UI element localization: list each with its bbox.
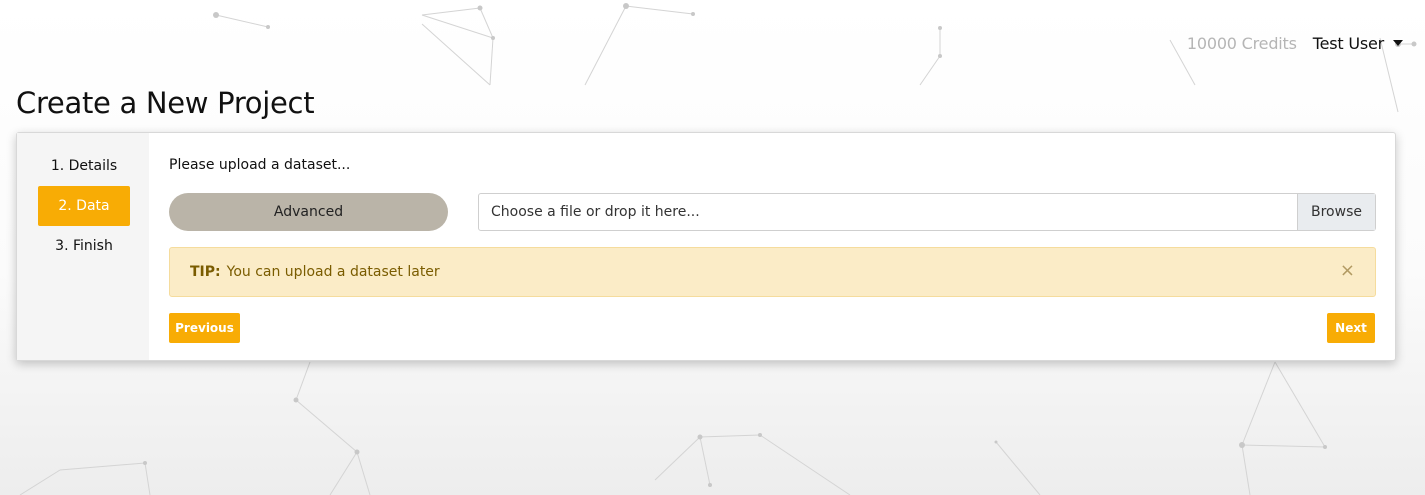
tip-alert: TIP: You can upload a dataset later × (169, 247, 1376, 297)
top-bar: 10000 Credits Test User (1187, 31, 1403, 55)
file-input[interactable] (479, 194, 1297, 230)
next-button[interactable]: Next (1327, 313, 1375, 343)
step-finish[interactable]: 3. Finish (38, 226, 130, 266)
caret-down-icon (1393, 40, 1403, 46)
step-details[interactable]: 1. Details (38, 146, 130, 186)
previous-button[interactable]: Previous (169, 313, 240, 343)
tip-text: You can upload a dataset later (226, 264, 440, 280)
user-menu[interactable]: Test User (1313, 34, 1403, 53)
step-data[interactable]: 2. Data (38, 186, 130, 226)
credits-balance: 10000 Credits (1186, 33, 1297, 53)
wizard-steps: 1. Details 2. Data 3. Finish (17, 133, 149, 360)
advanced-button[interactable]: Advanced (169, 193, 448, 231)
page-title: Create a New Project (16, 86, 315, 120)
file-upload: Browse (478, 193, 1376, 231)
browse-button[interactable]: Browse (1297, 194, 1375, 230)
tip-label: TIP: (190, 264, 221, 280)
close-icon[interactable]: × (1340, 261, 1355, 281)
wizard-content: Please upload a dataset... Advanced Brow… (149, 133, 1395, 360)
user-name: Test User (1312, 33, 1384, 53)
upload-prompt: Please upload a dataset... (169, 157, 351, 173)
wizard-card: 1. Details 2. Data 3. Finish Please uplo… (16, 132, 1396, 361)
